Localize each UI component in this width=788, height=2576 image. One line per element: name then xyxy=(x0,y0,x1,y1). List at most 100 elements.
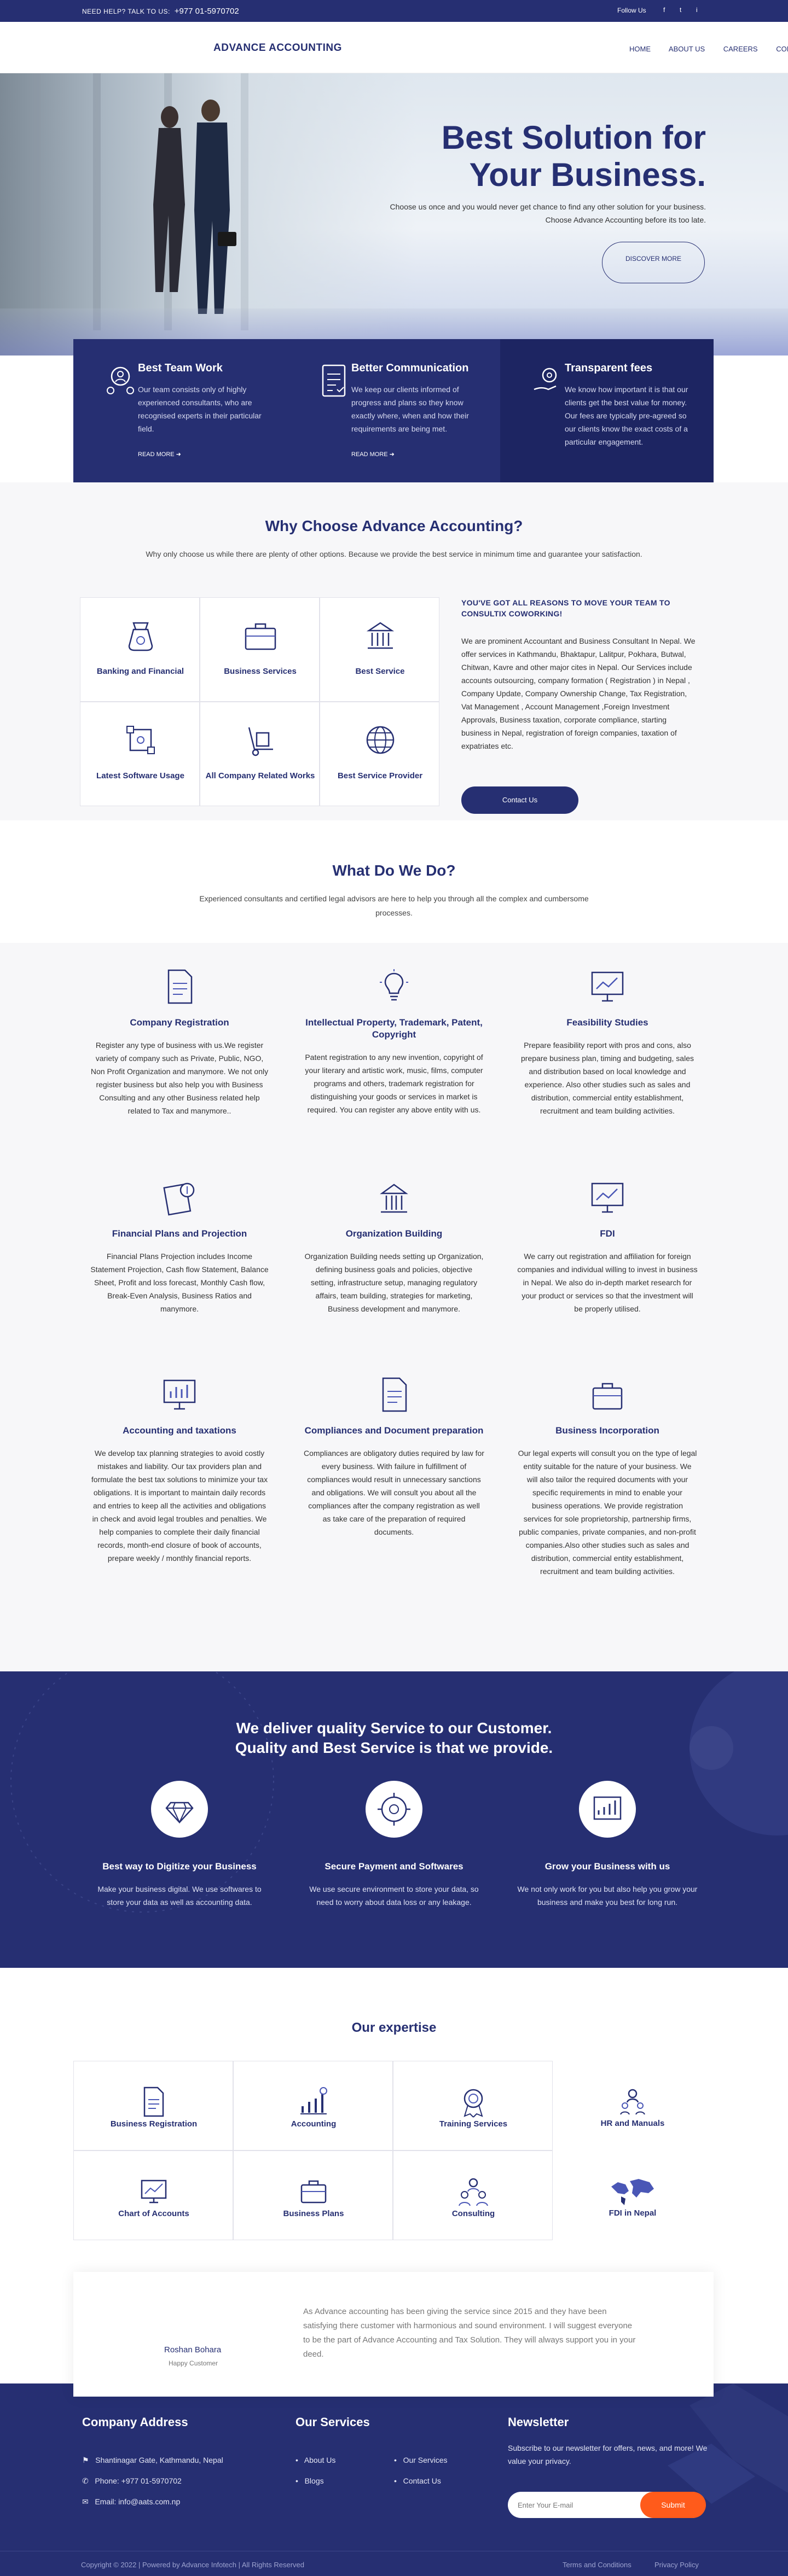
team-meeting-icon xyxy=(459,2178,488,2206)
service-title: Business Incorporation xyxy=(555,1425,659,1436)
read-more-link[interactable]: READ MORE ➜ xyxy=(138,451,181,458)
service-intellectual-property: Intellectual Property, Trademark, Patent… xyxy=(304,967,484,1116)
read-more-link[interactable]: READ MORE ➜ xyxy=(351,451,395,458)
footer-link-services[interactable]: • Our Services xyxy=(394,2456,448,2464)
expertise-hr-manuals[interactable]: HR and Manuals xyxy=(553,2061,712,2150)
monitor-chart-icon xyxy=(141,2179,167,2204)
service-financial-plans: Financial Plans and Projection Financial… xyxy=(89,1178,270,1315)
globe-icon xyxy=(366,726,394,754)
service-compliances: Compliances and Document preparation Com… xyxy=(304,1375,484,1538)
why-body-text: We are prominent Accountant and Business… xyxy=(461,637,696,750)
document-icon xyxy=(167,969,193,1004)
service-text: Organization Building needs setting up O… xyxy=(304,1252,484,1313)
clipboard-icon xyxy=(322,364,346,397)
nav-home[interactable]: HOME xyxy=(629,45,651,53)
footer-link-contact[interactable]: • Contact Us xyxy=(394,2476,441,2485)
footer-address-title: Company Address xyxy=(82,2415,188,2429)
service-text: Register any type of business with us.We… xyxy=(90,1041,269,1115)
expertise-business-plans[interactable]: Business Plans xyxy=(233,2150,393,2240)
hand-truck-icon xyxy=(248,727,273,756)
service-title: Intellectual Property, Trademark, Patent… xyxy=(305,1017,483,1040)
contact-us-button[interactable]: Contact Us xyxy=(461,786,578,814)
why-cell-label: Latest Software Usage xyxy=(96,771,184,780)
service-text: Our legal experts will consult you on th… xyxy=(518,1449,697,1576)
service-title: Compliances and Document preparation xyxy=(304,1425,484,1436)
expertise-label: Consulting xyxy=(451,2209,495,2218)
chart-board-icon xyxy=(163,1379,196,1410)
why-cell-label: Best Service xyxy=(355,667,405,676)
help-phone[interactable]: +977 01-5970702 xyxy=(175,7,239,16)
why-reasons-heading: YOU'VE GOT ALL REASONS TO MOVE YOUR TEAM… xyxy=(461,598,670,618)
hero-title: Best Solution for Your Business. xyxy=(441,119,706,193)
financial-report-icon xyxy=(163,1182,195,1216)
expertise-label: Chart of Accounts xyxy=(118,2209,189,2218)
expertise-business-registration[interactable]: Business Registration xyxy=(73,2061,233,2150)
feature-title: Better Communication xyxy=(351,362,469,374)
expertise-label: Accounting xyxy=(291,2119,337,2129)
site-header: ADVANCE ACCOUNTING HOME ABOUT US CAREERS… xyxy=(0,22,788,73)
service-text: We develop tax planning strategies to av… xyxy=(91,1449,268,1563)
why-cell-label: Business Services xyxy=(224,667,297,676)
service-text: Prepare feasibility report with pros and… xyxy=(521,1041,694,1115)
instagram-icon[interactable]: i xyxy=(696,6,698,14)
expertise-training[interactable]: Training Services xyxy=(393,2061,553,2150)
hero-description: Choose us once and you would never get c… xyxy=(390,202,706,224)
expertise-label: Training Services xyxy=(439,2119,508,2129)
follow-us-label: Follow Us xyxy=(617,7,646,14)
vector-square-icon xyxy=(126,726,155,754)
expertise-accounting[interactable]: Accounting xyxy=(233,2061,393,2150)
why-choose-section: Why Choose Advance Accounting? Why only … xyxy=(0,482,788,820)
quality-item-text: Make your business digital. We use softw… xyxy=(97,1885,262,1907)
feature-title: Transparent fees xyxy=(565,362,653,374)
feature-text: We keep our clients informed of progress… xyxy=(351,385,469,433)
feature-text: We know how important it is that our cli… xyxy=(565,385,688,446)
hero-section: Best Solution for Your Business. Choose u… xyxy=(0,73,788,355)
testimonial-card: Roshan Bohara Happy Customer As Advance … xyxy=(73,2272,714,2397)
money-bag-icon xyxy=(128,622,153,651)
feature-card-team-work: Best Team Work Our team consists only of… xyxy=(73,339,287,482)
expertise-chart-of-accounts[interactable]: Chart of Accounts xyxy=(73,2150,233,2240)
expertise-label: Business Plans xyxy=(283,2209,344,2218)
service-title: Financial Plans and Projection xyxy=(112,1228,247,1239)
discover-more-button[interactable]: DISCOVER MORE xyxy=(602,242,705,283)
footer-email[interactable]: ✉ Email: info@aats.com.np xyxy=(82,2497,180,2507)
why-cell-company-works: All Company Related Works xyxy=(200,702,320,806)
copyright-text: Copyright © 2022 | Powered by Advance In… xyxy=(81,2561,305,2569)
nav-careers[interactable]: CAREERS xyxy=(723,45,758,53)
what-title: What Do We Do? xyxy=(332,862,456,879)
quality-item-secure: Secure Payment and Softwares We use secu… xyxy=(304,1781,484,1909)
gear-hand-icon xyxy=(534,368,557,391)
site-logo[interactable]: ADVANCE ACCOUNTING xyxy=(213,42,342,54)
top-bar: NEED HELP? TALK TO US: +977 01-5970702 F… xyxy=(0,0,788,22)
footer-link-blogs[interactable]: • Blogs xyxy=(296,2476,324,2485)
nav-contact[interactable]: CONT xyxy=(776,45,788,53)
expertise-fdi-nepal[interactable]: FDI in Nepal xyxy=(553,2150,712,2240)
award-badge-icon xyxy=(463,2089,483,2118)
twitter-icon[interactable]: t xyxy=(680,6,681,14)
why-cell-business-services: Business Services xyxy=(200,597,320,702)
feature-text: Our team consists only of highly experie… xyxy=(138,385,262,433)
diamond-icon xyxy=(165,1802,194,1824)
what-subtitle: Experienced consultants and certified le… xyxy=(199,894,589,917)
privacy-link[interactable]: Privacy Policy xyxy=(654,2561,699,2569)
secure-network-icon xyxy=(378,1793,410,1826)
facebook-icon[interactable]: f xyxy=(663,6,665,14)
quality-item-digitize: Best way to Digitize your Business Make … xyxy=(89,1781,270,1909)
footer-phone[interactable]: ✆ Phone: +977 01-5970702 xyxy=(82,2476,182,2486)
why-cell-label: Best Service Provider xyxy=(337,771,423,780)
team-icon xyxy=(107,366,134,394)
nav-about-us[interactable]: ABOUT US xyxy=(669,45,705,53)
briefcase-icon xyxy=(300,2180,327,2204)
footer-link-about[interactable]: • About Us xyxy=(296,2456,335,2464)
why-cell-label: Banking and Financial xyxy=(96,667,184,676)
service-text: Patent registration to any new invention… xyxy=(305,1053,483,1114)
expertise-consulting[interactable]: Consulting xyxy=(393,2150,553,2240)
why-subtitle: Why only choose us while there are plent… xyxy=(146,550,642,558)
testimonial-role: Happy Customer xyxy=(169,2359,218,2367)
service-title: Organization Building xyxy=(345,1228,443,1239)
hero-pillar xyxy=(33,73,40,330)
service-accounting-taxations: Accounting and taxations We develop tax … xyxy=(89,1375,270,1565)
expertise-label: HR and Manuals xyxy=(600,2119,665,2128)
newsletter-submit-button[interactable]: Submit xyxy=(640,2492,706,2518)
terms-link[interactable]: Terms and Conditions xyxy=(563,2561,631,2569)
